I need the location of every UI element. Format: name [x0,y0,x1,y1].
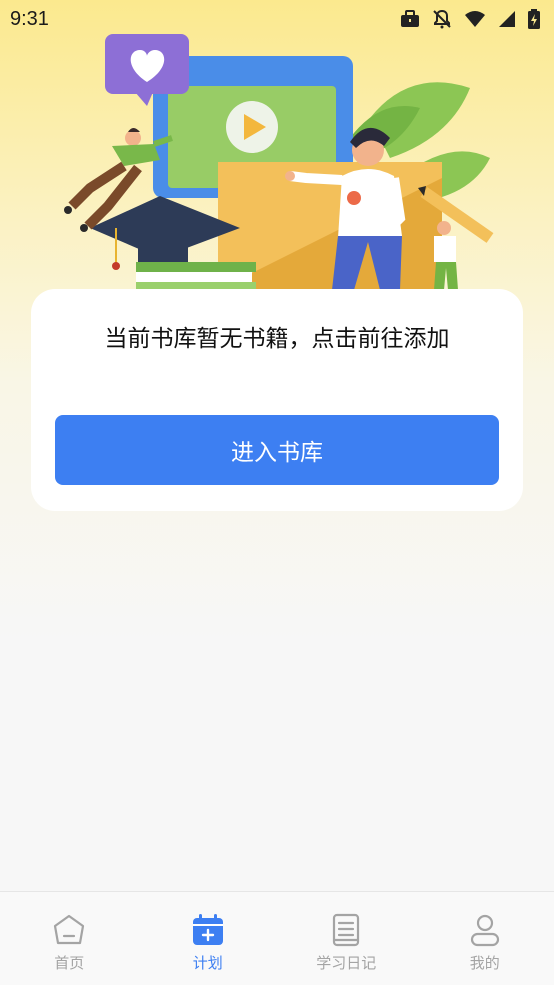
nav-label-study-diary: 学习日记 [316,954,377,972]
nav-item-home[interactable]: 首页 [0,892,139,985]
nav-label-mine: 我的 [469,954,500,972]
bottom-nav: 首页 计划 学习日记 我的 [0,891,554,985]
wifi-icon [464,10,486,28]
status-time: 9:31 [10,7,49,30]
nav-label-plan: 计划 [192,954,223,972]
notebook-icon [328,912,364,948]
nav-item-study-diary[interactable]: 学习日记 [277,892,416,985]
calendar-plus-icon [190,912,226,948]
notifications-off-icon [432,9,452,29]
status-icons [400,9,540,29]
empty-state-card: 当前书库暂无书籍，点击前往添加 进入书库 [31,289,523,511]
enter-library-button[interactable]: 进入书库 [55,415,499,485]
person-icon [467,912,503,948]
nav-item-plan[interactable]: 计划 [139,892,278,985]
nav-label-home: 首页 [54,954,85,972]
nav-item-mine[interactable]: 我的 [416,892,554,985]
home-icon [51,912,87,948]
battery-charging-icon [528,9,540,29]
briefcase-icon [400,10,420,28]
signal-icon [498,10,516,28]
empty-library-illustration [50,28,510,298]
empty-state-message: 当前书库暂无书籍，点击前往添加 [104,326,450,352]
